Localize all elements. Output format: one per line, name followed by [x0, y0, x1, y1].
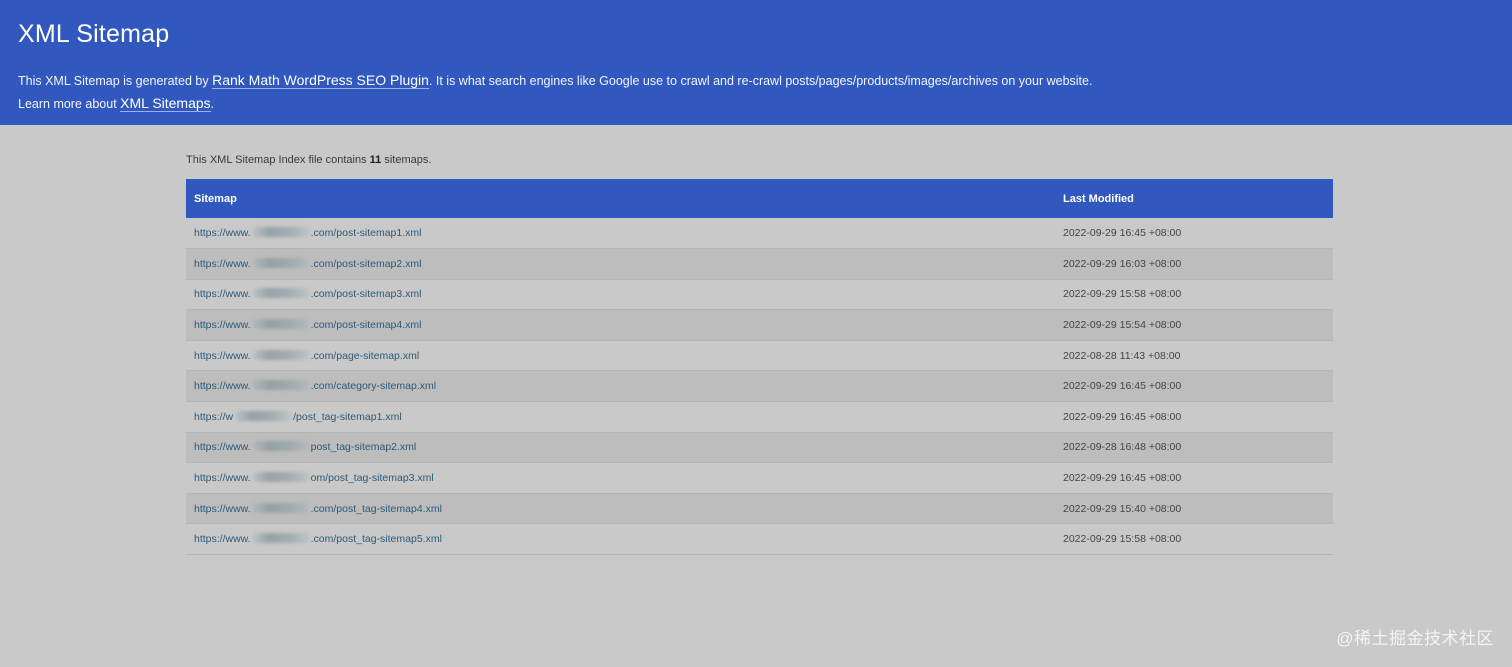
sitemap-link[interactable]: https://w/post_tag-sitemap1.xml	[186, 402, 1055, 433]
rank-math-link[interactable]: Rank Math WordPress SEO Plugin	[212, 72, 429, 89]
sitemap-link[interactable]: https://www. .com/post_tag-sitemap4.xml	[186, 493, 1055, 524]
summary-suffix: sitemaps.	[381, 154, 432, 166]
redacted-domain	[251, 472, 310, 483]
column-header-last-modified: Last Modified	[1063, 192, 1134, 205]
url-start: https://www.	[194, 472, 251, 485]
table-row: https://www. post_tag-sitemap2.xml 2022-09…	[186, 432, 1333, 463]
last-modified: 2022-09-29 15:58 +08:00	[1063, 288, 1182, 301]
url-end: .com/post-sitemap3.xml	[310, 288, 422, 301]
last-modified: 2022-09-28 16:48 +08:00	[1063, 441, 1182, 454]
redacted-domain	[251, 533, 310, 544]
url-end: /post_tag-sitemap1.xml	[293, 410, 402, 423]
table-row: https://www. .com/post_tag-sitemap4.xml 20…	[186, 493, 1333, 524]
table-row: https://www. .com/post-sitemap3.xml 2022-0…	[186, 279, 1333, 310]
sitemap-link[interactable]: https://www. .com/category-sitemap.xml	[186, 371, 1055, 402]
description-line2-prefix: Learn more about	[18, 97, 121, 111]
url-start: https://www.	[194, 380, 251, 393]
redacted-domain	[251, 502, 310, 513]
sitemap-link[interactable]: https://www. .com/post-sitemap2.xml	[186, 249, 1055, 280]
sitemap-link[interactable]: https://www. .com/post-sitemap3.xml	[186, 279, 1055, 310]
redacted-domain	[251, 288, 310, 299]
url-start: https://www.	[194, 257, 251, 270]
sitemap-table-body: https://www. .com/post-sitemap1.xml 2022-0…	[186, 218, 1333, 555]
watermark-text: @稀土掘金技术社区	[1336, 629, 1494, 648]
redacted-domain	[251, 257, 310, 268]
last-modified: 2022-08-28 11:43 +08:00	[1063, 349, 1181, 362]
xml-sitemaps-link[interactable]: XML Sitemaps	[120, 95, 211, 112]
sitemap-link[interactable]: https://www. .com/post_tag-sitemap5.xml	[186, 524, 1055, 555]
redacted-domain	[251, 349, 310, 360]
url-end: om/post_tag-sitemap3.xml	[310, 472, 434, 485]
redacted-domain	[251, 227, 310, 238]
header-description: This XML Sitemap is generated by Rank Ma…	[18, 69, 1494, 115]
url-start: https://w	[194, 410, 234, 423]
url-start: https://www.	[194, 319, 251, 332]
url-end: .com/category-sitemap.xml	[310, 380, 437, 393]
page-header: XML Sitemap This XML Sitemap is generate…	[0, 0, 1512, 125]
sitemap-count: 11	[369, 154, 382, 166]
sitemap-summary: This XML Sitemap Index file contains 11 …	[186, 153, 1333, 179]
sitemap-link[interactable]: https://www. om/post_tag-sitemap3.xml	[186, 463, 1055, 494]
last-modified: 2022-09-29 16:03 +08:00	[1063, 257, 1182, 270]
redacted-domain	[251, 441, 310, 452]
redacted-domain	[251, 319, 310, 330]
description-line1-suffix: . It is what search engines like Google …	[428, 74, 1093, 88]
url-end: .com/page-sitemap.xml	[310, 349, 420, 362]
sitemap-link[interactable]: https://www. .com/page-sitemap.xml	[186, 340, 1055, 371]
url-start: https://www.	[194, 227, 251, 240]
last-modified: 2022-09-29 15:54 +08:00	[1063, 319, 1182, 332]
table-row: https://w/post_tag-sitemap1.xml 2022-09-2…	[186, 401, 1333, 433]
summary-prefix: This XML Sitemap Index file contains	[186, 154, 370, 166]
last-modified: 2022-09-29 16:45 +08:00	[1063, 410, 1182, 423]
last-modified: 2022-09-29 15:58 +08:00	[1063, 533, 1182, 546]
description-line1-prefix: This XML Sitemap is generated by	[18, 74, 213, 88]
url-start: https://www.	[194, 288, 251, 301]
url-end: post_tag-sitemap2.xml	[310, 441, 417, 454]
sitemap-content: This XML Sitemap Index file contains 11 …	[186, 153, 1333, 555]
table-row: https://www. om/post_tag-sitemap3.xml 2022…	[186, 462, 1333, 494]
sitemap-link[interactable]: https://www. .com/post-sitemap1.xml	[186, 218, 1055, 249]
page-title: XML Sitemap	[18, 20, 170, 48]
sitemap-link[interactable]: https://www. post_tag-sitemap2.xml	[186, 432, 1055, 463]
last-modified: 2022-09-29 16:45 +08:00	[1063, 227, 1182, 240]
url-end: .com/post_tag-sitemap4.xml	[310, 502, 442, 515]
table-row: https://www. .com/category-sitemap.xml 202…	[186, 370, 1333, 402]
table-row: https://www. .com/post-sitemap2.xml 2022-0…	[186, 248, 1333, 280]
last-modified: 2022-09-29 16:45 +08:00	[1063, 472, 1182, 485]
column-header-sitemap: Sitemap	[194, 192, 237, 205]
url-end: .com/post-sitemap4.xml	[310, 319, 422, 332]
table-row: https://www. .com/post-sitemap4.xml 2022-0…	[186, 309, 1333, 341]
url-start: https://www.	[194, 502, 251, 515]
table-header-row: Sitemap Last Modified	[186, 179, 1333, 218]
table-row: https://www. .com/post-sitemap1.xml 2022-0…	[186, 218, 1333, 249]
sitemap-link[interactable]: https://www. .com/post-sitemap4.xml	[186, 310, 1055, 341]
url-end: .com/post-sitemap2.xml	[310, 257, 422, 270]
last-modified: 2022-09-29 15:40 +08:00	[1063, 502, 1182, 515]
url-start: https://www.	[194, 441, 251, 454]
table-row: https://www. .com/post_tag-sitemap5.xml 20…	[186, 523, 1333, 555]
table-row: https://www. .com/page-sitemap.xml 2022-08…	[186, 340, 1333, 371]
url-start: https://www.	[194, 349, 251, 362]
url-end: .com/post_tag-sitemap5.xml	[310, 533, 442, 546]
last-modified: 2022-09-29 16:45 +08:00	[1063, 380, 1182, 393]
redacted-domain	[234, 410, 293, 421]
description-line2-suffix: .	[210, 97, 215, 111]
sitemap-table: Sitemap Last Modified https://www. .com/p…	[186, 179, 1333, 555]
url-start: https://www.	[194, 533, 251, 546]
redacted-domain	[251, 380, 310, 391]
url-end: .com/post-sitemap1.xml	[310, 227, 422, 240]
